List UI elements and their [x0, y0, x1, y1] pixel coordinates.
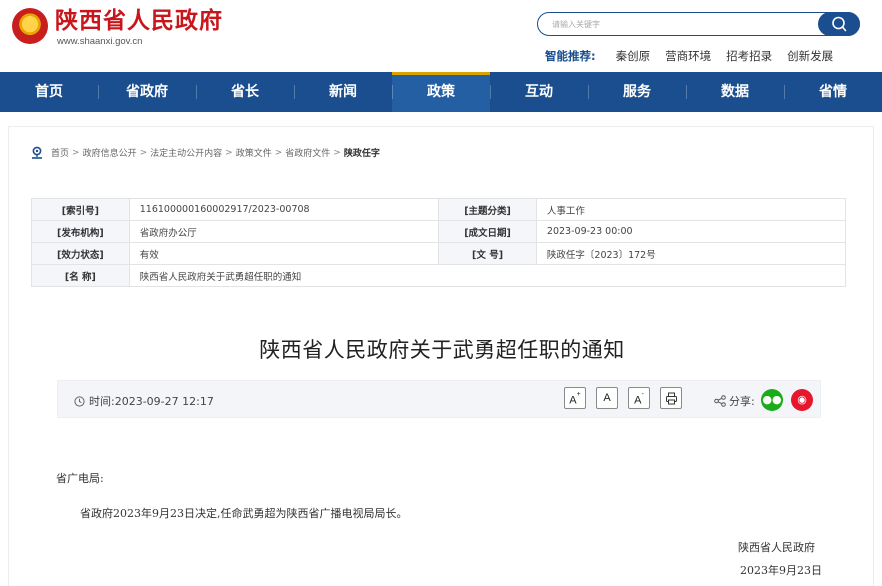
search-box [537, 11, 860, 36]
article-toolbar: 时间: 2023-09-27 12:17 A+ A A- 分享: ●● ◉ [57, 380, 821, 418]
nav-item-interaction[interactable]: 互动 [490, 72, 588, 112]
meta-value: 省政府办公厅 [128, 220, 440, 243]
recipient: 省广电局: [56, 472, 104, 485]
smart-recommend: 智能推荐: 秦创原 营商环境 招考招录 创新发展 [545, 48, 848, 64]
printer-icon [665, 392, 677, 405]
print-button[interactable] [660, 387, 682, 409]
meta-value: 陕政任字〔2023〕172号 [535, 242, 847, 265]
article-paragraph: 省政府2023年9月23日决定,任命武勇超为陕西省广播电视局局长。 [80, 507, 408, 520]
site-header: ★ 陕西省人民政府 www.shaanxi.gov.cn 智能推荐: 秦创原 营… [0, 0, 882, 72]
smart-link[interactable]: 营商环境 [665, 48, 711, 64]
publish-time: 时间: 2023-09-27 12:17 [74, 393, 214, 409]
share-icon [714, 395, 726, 407]
search-input[interactable] [552, 16, 812, 32]
breadcrumb: 首页 > 政府信息公开 > 法定主动公开内容 > 政策文件 > 省政府文件 > … [31, 146, 380, 159]
breadcrumb-separator: > [139, 147, 148, 158]
content-card: 首页 > 政府信息公开 > 法定主动公开内容 > 政策文件 > 省政府文件 > … [8, 126, 874, 586]
site-url: www.shaanxi.gov.cn [57, 36, 143, 47]
wechat-share-icon[interactable]: ●● [761, 389, 783, 411]
font-increase-label: A [569, 394, 577, 407]
breadcrumb-separator: > [333, 147, 341, 158]
share-label: 分享: [729, 395, 755, 408]
breadcrumb-separator: > [72, 147, 80, 158]
smart-link[interactable]: 招考招录 [726, 48, 772, 64]
nav-item-data[interactable]: 数据 [686, 72, 784, 112]
time-label: 时间: [89, 395, 115, 408]
meta-value: 陕西省人民政府关于武勇超任职的通知 [128, 264, 847, 287]
breadcrumb-link[interactable]: 省政府文件 [285, 146, 330, 159]
nav-item-governor[interactable]: 省长 [196, 72, 294, 112]
font-increase-button[interactable]: A+ [564, 387, 586, 409]
nav-item-home[interactable]: 首页 [0, 72, 98, 112]
location-pin-icon [32, 146, 42, 159]
meta-label: [索引号] [31, 198, 130, 221]
meta-label: [名 称] [31, 264, 130, 287]
font-reset-label: A [603, 392, 611, 404]
breadcrumb-link[interactable]: 法定主动公开内容 [150, 146, 222, 159]
breadcrumb-separator: > [225, 147, 233, 158]
breadcrumb-current: 陕政任字 [343, 149, 380, 159]
meta-value: 2023-09-23 00:00 [535, 220, 847, 243]
nav-item-government[interactable]: 省政府 [98, 72, 196, 112]
document-metadata-table: [索引号] 116100000160002917/2023-00708 [主题分… [31, 198, 847, 287]
site-name[interactable]: 陕西省人民政府 [55, 7, 223, 35]
breadcrumb-link[interactable]: 政府信息公开 [83, 146, 137, 159]
nav-item-services[interactable]: 服务 [588, 72, 686, 112]
smart-link[interactable]: 秦创原 [616, 48, 651, 64]
article-title: 陕西省人民政府关于武勇超任职的通知 [259, 338, 625, 362]
weibo-share-icon[interactable]: ◉ [791, 389, 813, 411]
meta-label: [主题分类] [438, 198, 537, 221]
smart-recommend-label: 智能推荐: [545, 49, 596, 63]
breadcrumb-link[interactable]: 首页 [51, 146, 69, 159]
search-button[interactable] [818, 11, 860, 36]
font-decrease-label: A [634, 394, 642, 407]
signature-org: 陕西省人民政府 [738, 541, 815, 554]
font-decrease-button[interactable]: A- [628, 387, 650, 409]
meta-value: 人事工作 [535, 198, 847, 221]
table-row: [索引号] 116100000160002917/2023-00708 [主题分… [31, 198, 847, 221]
nav-item-news[interactable]: 新闻 [294, 72, 392, 112]
meta-label: [效力状态] [31, 242, 130, 265]
search-icon [832, 16, 847, 31]
signature-date: 2023年9月23日 [740, 564, 822, 577]
nav-item-policy[interactable]: 政策 [392, 72, 490, 112]
meta-value: 有效 [128, 242, 440, 265]
meta-label: [发布机构] [31, 220, 130, 243]
table-row: [名 称] 陕西省人民政府关于武勇超任职的通知 [31, 264, 847, 287]
smart-link[interactable]: 创新发展 [787, 48, 833, 64]
table-row: [发布机构] 省政府办公厅 [成文日期] 2023-09-23 00:00 [31, 220, 847, 243]
clock-icon [74, 395, 85, 407]
table-row: [效力状态] 有效 [文 号] 陕政任字〔2023〕172号 [31, 242, 847, 265]
time-value: 2023-09-27 12:17 [114, 394, 214, 408]
main-nav: 首页 省政府 省长 新闻 政策 互动 服务 数据 省情 [0, 72, 882, 112]
nav-item-province[interactable]: 省情 [784, 72, 882, 112]
breadcrumb-link[interactable]: 政策文件 [236, 146, 272, 159]
meta-label: [文 号] [438, 242, 537, 265]
breadcrumb-separator: > [274, 147, 283, 158]
national-emblem-icon[interactable]: ★ [12, 8, 48, 44]
share-area: 分享: [714, 393, 755, 409]
meta-label: [成文日期] [438, 220, 537, 243]
font-reset-button[interactable]: A [596, 387, 618, 409]
meta-value: 116100000160002917/2023-00708 [128, 198, 440, 221]
